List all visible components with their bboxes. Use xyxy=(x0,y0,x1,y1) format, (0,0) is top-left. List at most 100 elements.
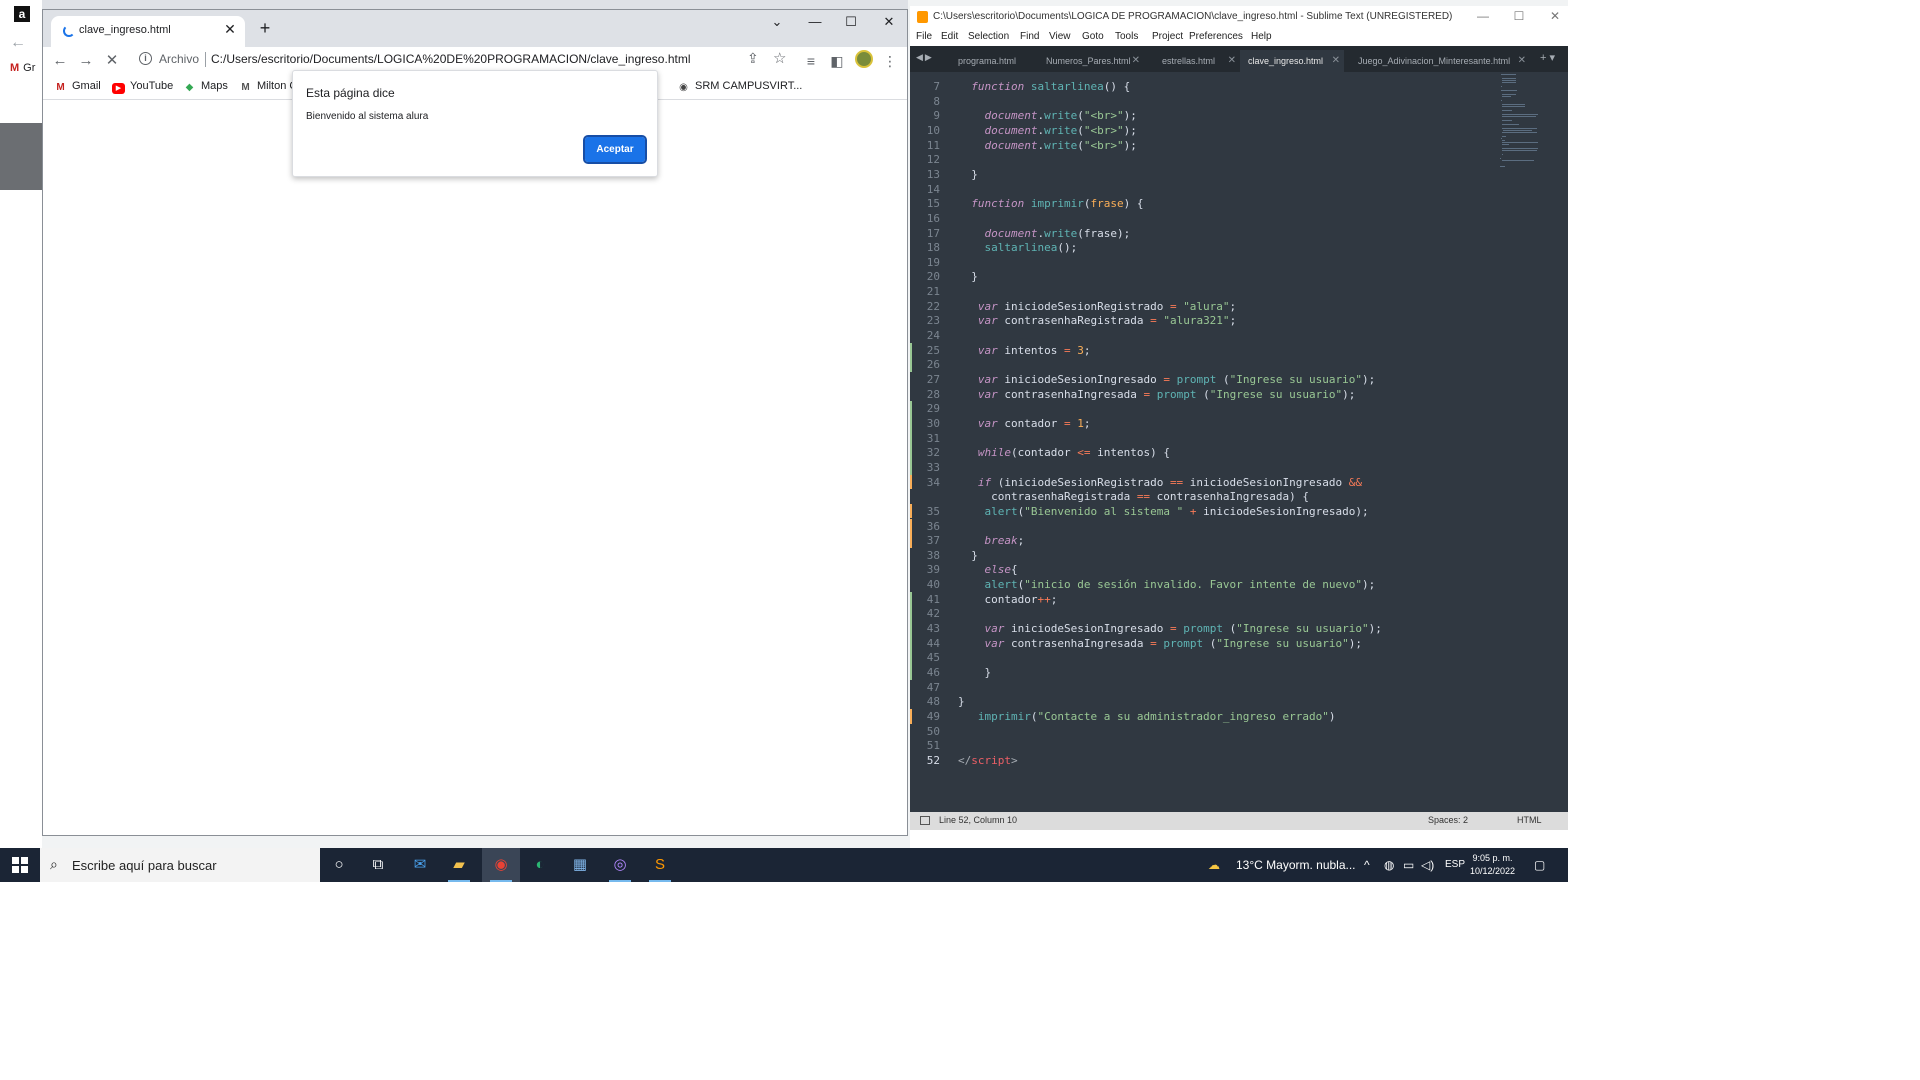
media-control-icon[interactable]: ≡ xyxy=(800,50,822,72)
maximize-button[interactable]: ☐ xyxy=(1508,9,1530,23)
mail-icon[interactable]: ✉ xyxy=(401,848,439,882)
windows-start-icon[interactable] xyxy=(12,857,28,873)
bookmark-youtube[interactable]: ▶ YouTube xyxy=(112,80,173,94)
code-line[interactable]: alert("Bienvenido al sistema " + iniciod… xyxy=(958,505,1369,518)
address-bar[interactable]: i Archivo C:/Users/escritorio/Documents/… xyxy=(133,48,845,72)
code-line[interactable]: saltarlinea(); xyxy=(958,241,1078,254)
editor-tab[interactable]: Numeros_Pares.html ✕ xyxy=(1038,50,1144,72)
code-line[interactable]: document.write("<br>"); xyxy=(958,109,1137,122)
minimap[interactable] xyxy=(1500,72,1566,817)
menu-tools[interactable]: Tools xyxy=(1115,31,1138,42)
code-line[interactable]: } xyxy=(958,168,978,181)
editor-tab-active[interactable]: clave_ingreso.html ✕ xyxy=(1240,50,1344,72)
minimize-button[interactable]: — xyxy=(797,12,833,32)
code-line[interactable]: </script> xyxy=(958,754,1018,767)
new-tab-button[interactable]: + ▾ xyxy=(1540,51,1555,64)
code-line[interactable]: document.write(frase); xyxy=(958,227,1131,240)
editor-tab[interactable]: programa.html xyxy=(950,50,1038,72)
share-icon[interactable]: ⇪ xyxy=(747,50,759,67)
indentation-setting[interactable]: Spaces: 2 xyxy=(1428,815,1468,825)
tab-close-icon[interactable]: ✕ xyxy=(1332,50,1340,72)
editor-tab[interactable]: Juego_Adivinacion_Minteresante.html ✕ xyxy=(1350,50,1530,72)
code-line[interactable]: while(contador <= intentos) { xyxy=(958,446,1170,459)
close-window-button[interactable]: ✕ xyxy=(1544,9,1566,23)
menu-selection[interactable]: Selection xyxy=(968,31,1009,42)
code-line[interactable]: var intentos = 3; xyxy=(958,344,1091,357)
side-panel-icon[interactable]: ◧ xyxy=(826,50,848,72)
tab-close-icon[interactable]: ✕ xyxy=(1228,50,1236,72)
bookmark-gmail[interactable]: M Gmail xyxy=(54,80,100,93)
tab-close-icon[interactable]: ✕ xyxy=(1518,50,1526,72)
code-line[interactable]: if (iniciodeSesionRegistrado == iniciode… xyxy=(958,476,1362,489)
cortana-icon[interactable]: ○ xyxy=(320,848,358,882)
tab-search-icon[interactable]: ⌄ xyxy=(759,12,795,32)
taskbar-search[interactable]: ⌕ Escribe aquí para buscar xyxy=(40,848,320,882)
tab-scroll-arrows-icon[interactable]: ◀▶ xyxy=(916,52,934,63)
tray-chevron-icon[interactable]: ^ xyxy=(1364,858,1370,872)
minimize-button[interactable]: — xyxy=(1472,9,1494,23)
task-view-icon[interactable]: ⧉ xyxy=(359,848,397,882)
code-line[interactable]: document.write("<br>"); xyxy=(958,124,1137,137)
menu-help[interactable]: Help xyxy=(1251,31,1272,42)
tab-close-icon[interactable]: ✕ xyxy=(1132,50,1140,72)
weather-text[interactable]: 13°C Mayorm. nubla... xyxy=(1236,858,1356,872)
close-window-button[interactable]: ✕ xyxy=(871,12,907,32)
code-line[interactable]: var contrasenhaRegistrada = "alura321"; xyxy=(958,314,1236,327)
code-line[interactable]: } xyxy=(958,549,978,562)
code-line[interactable]: alert("inicio de sesión invalido. Favor … xyxy=(958,578,1376,591)
url-text[interactable]: C:/Users/escritorio/Documents/LOGICA%20D… xyxy=(211,52,690,66)
code-line[interactable]: } xyxy=(958,666,991,679)
language-indicator[interactable]: ESP xyxy=(1445,859,1465,870)
tab-clave-ingreso[interactable]: clave_ingreso.html ✕ xyxy=(51,16,245,47)
discord-icon[interactable]: ◎ xyxy=(601,848,639,882)
profile-avatar[interactable] xyxy=(855,50,873,68)
maximize-button[interactable]: ☐ xyxy=(833,12,869,32)
code-line[interactable]: document.write("<br>"); xyxy=(958,139,1137,152)
code-line[interactable]: contrasenhaRegistrada == contrasenhaIngr… xyxy=(958,490,1309,503)
menu-kebab-icon[interactable]: ⋮ xyxy=(879,50,901,72)
code-line[interactable]: function saltarlinea() { xyxy=(958,80,1130,93)
code-line[interactable]: var iniciodeSesionIngresado = prompt ("I… xyxy=(958,622,1382,635)
menu-edit[interactable]: Edit xyxy=(941,31,958,42)
syntax-setting[interactable]: HTML xyxy=(1517,815,1542,825)
chrome-icon[interactable]: ◉ xyxy=(482,848,520,882)
editor-tab[interactable]: estrellas.html ✕ xyxy=(1154,50,1240,72)
code-line[interactable]: var contrasenhaIngresada = prompt ("Ingr… xyxy=(958,388,1356,401)
panel-toggle-icon[interactable] xyxy=(920,816,930,825)
tray-app-icon[interactable]: ◍ xyxy=(1384,858,1394,872)
stop-loading-button[interactable]: ✕ xyxy=(101,50,123,72)
menu-view[interactable]: View xyxy=(1049,31,1071,42)
sublime-text-icon[interactable]: S xyxy=(641,848,679,882)
code-editor[interactable]: function saltarlinea() { document.write(… xyxy=(956,72,1496,817)
notification-icon[interactable]: ▢ xyxy=(1534,858,1545,872)
back-button[interactable]: ← xyxy=(49,50,71,72)
tab-close-icon[interactable]: ✕ xyxy=(221,21,239,38)
code-line[interactable]: contador++; xyxy=(958,593,1057,606)
bookmark-milton[interactable]: M Milton C xyxy=(239,80,297,93)
menu-find[interactable]: Find xyxy=(1020,31,1039,42)
info-icon[interactable]: i xyxy=(139,52,152,65)
code-line[interactable]: var contador = 1; xyxy=(958,417,1091,430)
store-icon[interactable]: ▦ xyxy=(561,848,599,882)
code-line[interactable]: else{ xyxy=(958,563,1018,576)
menu-project[interactable]: Project xyxy=(1152,31,1183,42)
code-line[interactable]: } xyxy=(958,695,965,708)
ok-button[interactable]: Aceptar xyxy=(583,135,647,164)
bookmark-srm[interactable]: ◉ SRM CAMPUSVIRT... xyxy=(677,80,802,93)
code-line[interactable]: function imprimir(frase) { xyxy=(958,197,1143,210)
forward-button[interactable]: → xyxy=(75,50,97,72)
code-line[interactable]: var iniciodeSesionIngresado = prompt ("I… xyxy=(958,373,1375,386)
menu-goto[interactable]: Goto xyxy=(1082,31,1104,42)
bookmark-maps[interactable]: ◆ Maps xyxy=(183,80,228,93)
menu-file[interactable]: File xyxy=(916,31,932,42)
volume-icon[interactable]: ◁) xyxy=(1421,858,1434,872)
clock[interactable]: 9:05 p. m. 10/12/2022 xyxy=(1470,852,1515,878)
edge-icon[interactable]: ◐ xyxy=(521,848,559,882)
new-tab-button[interactable]: + xyxy=(255,18,275,39)
network-icon[interactable]: ▭ xyxy=(1403,858,1414,872)
code-line[interactable]: var iniciodeSesionRegistrado = "alura"; xyxy=(958,300,1236,313)
code-line[interactable]: var contrasenhaIngresada = prompt ("Ingr… xyxy=(958,637,1363,650)
code-line[interactable]: imprimir("Contacte a su administrador_in… xyxy=(958,710,1336,723)
code-line[interactable]: break; xyxy=(958,534,1025,547)
menu-preferences[interactable]: Preferences xyxy=(1189,31,1243,42)
